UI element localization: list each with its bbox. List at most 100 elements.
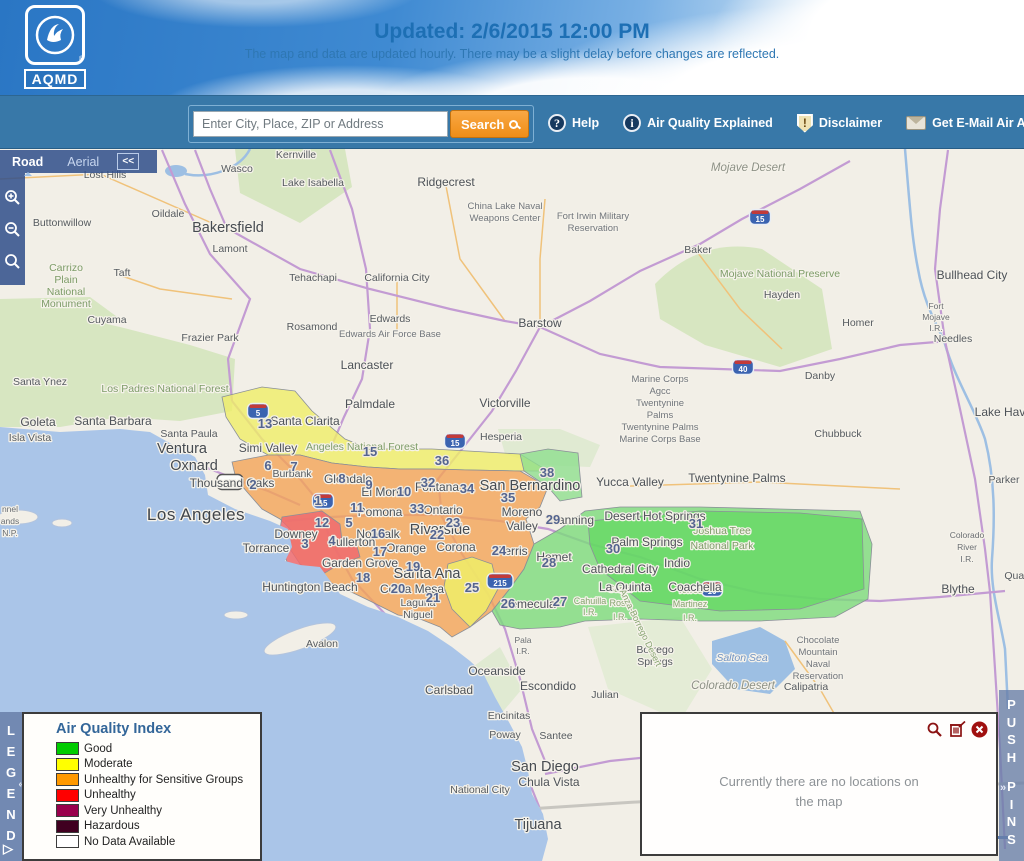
email-alerts-link[interactable]: Get E-Mail Air Alerts [906,116,1024,130]
strip-letter: E [7,783,16,804]
map-label: Oxnard [170,458,218,474]
close-icon[interactable] [971,721,988,738]
map-label: Pomona [358,505,403,519]
map-label: I.R. [613,612,627,622]
station-marker[interactable]: 23 [446,515,460,530]
station-marker[interactable]: 36 [435,453,449,468]
email-alerts-label: Get E-Mail Air Alerts [932,116,1024,130]
map-label: National [47,286,86,298]
tab-aerial[interactable]: Aerial [55,155,111,169]
zoom-out-icon[interactable] [4,221,21,238]
legend-item: Moderate [56,758,260,771]
zoom-to-pins-icon[interactable] [926,721,943,738]
station-marker[interactable]: 10 [397,484,411,499]
disclaimer-link[interactable]: ! Disclaimer [797,114,882,133]
station-marker[interactable]: 12 [315,515,329,530]
map-label: Escondido [520,679,576,693]
map-label: Frazier Park [181,332,239,344]
map-label: Orange [386,541,426,555]
station-marker[interactable]: 15 [363,444,377,459]
station-marker[interactable]: 24 [492,543,507,558]
station-marker[interactable]: 21 [426,590,440,605]
pushpins-expand-icon[interactable]: » [1000,780,1006,798]
map-label: Twentynine [636,398,684,409]
station-marker[interactable]: 27 [553,594,567,609]
map-label: Buttonwillow [33,217,92,229]
search-button-label: Search [461,117,504,132]
map-label: Tijuana [514,817,562,833]
air-quality-explained-link[interactable]: i Air Quality Explained [623,114,773,132]
map-label: Santa Ana [394,566,462,582]
pushpin-panel: Currently there are no locations on the … [640,712,998,856]
map-label: Monument [41,298,91,310]
strip-letter: S [1007,831,1016,849]
map-label: Isla Vista [9,432,52,444]
station-marker[interactable]: 13 [258,416,272,431]
legend-strip[interactable]: « ▷ LEGEND [0,712,22,861]
map-label: I.R. [683,613,697,623]
station-marker[interactable]: 28 [542,555,556,570]
station-marker[interactable]: 31 [689,516,703,531]
map-label: Colorado Desert [691,680,776,692]
map-view-bar: Road Aerial << [0,150,157,173]
legend-arrow-icon[interactable]: ▷ [3,838,13,859]
legend-panel: Air Quality Index GoodModerateUnhealthy … [22,712,262,861]
map-label: Poway [489,729,521,741]
station-marker[interactable]: 3 [301,536,308,551]
search-button[interactable]: Search [450,110,529,138]
station-marker[interactable]: 17 [373,544,387,559]
pushpins-strip[interactable]: » PUSHPINS [999,690,1024,861]
station-marker[interactable]: 26 [501,596,515,611]
strip-letter: U [1007,714,1016,732]
map-container[interactable]: 51011515154010215 Lost HillsWascoButtonw… [0,149,1024,861]
zoom-search-icon[interactable] [4,253,21,270]
strip-letter: E [7,741,16,762]
station-marker[interactable]: 19 [406,559,420,574]
map-label: Mojave [922,312,950,322]
station-marker[interactable]: 18 [356,570,370,585]
map-label: Hayden [764,289,800,301]
station-marker[interactable]: 32 [421,475,435,490]
map-label: Palmdale [345,397,395,411]
station-marker[interactable]: 34 [460,481,475,496]
legend-swatch [56,820,79,833]
zoom-in-icon[interactable] [4,189,21,206]
map-label: Mountain [798,647,837,658]
station-marker[interactable]: 1 [314,493,321,508]
station-marker[interactable]: 6 [264,458,271,473]
station-marker[interactable]: 4 [328,533,336,548]
delete-pins-icon[interactable] [948,721,966,738]
map-label: Santee [539,730,572,742]
map-label: Los Angeles [147,505,245,524]
station-marker[interactable]: 2 [249,477,256,492]
station-marker[interactable]: 22 [430,527,444,542]
tab-road[interactable]: Road [0,155,55,169]
map-label: Palms [647,410,674,421]
station-marker[interactable]: 11 [350,500,364,515]
map-label: San Diego [511,759,579,775]
interstate-shield-icon: 40 [733,360,754,375]
aqmd-logo-text: AQMD [24,69,87,89]
station-marker[interactable]: 35 [501,490,515,505]
map-label: Fullerton [329,535,376,549]
search-input[interactable] [193,111,448,137]
station-marker[interactable]: 5 [345,515,352,530]
station-marker[interactable]: 33 [410,501,424,516]
station-marker[interactable]: 20 [391,581,405,596]
map-label: Encinitas [488,710,531,722]
map-label: San Bernardino [480,478,581,494]
help-link[interactable]: ? Help [548,114,599,132]
viewbar-collapse-button[interactable]: << [117,153,139,170]
station-marker[interactable]: 30 [606,541,620,556]
legend-item: Hazardous [56,820,260,833]
station-marker[interactable]: 8 [338,471,345,486]
station-marker[interactable]: 16 [371,526,385,541]
map-label: Victorville [479,396,530,410]
main-toolbar: Search ? Help i Air Quality Explained ! … [0,95,1024,149]
station-marker[interactable]: 29 [546,512,560,527]
station-marker[interactable]: 9 [365,477,372,492]
station-marker[interactable]: 7 [290,459,297,474]
station-marker[interactable]: 25 [465,580,479,595]
legend-title: Air Quality Index [56,721,260,737]
station-marker[interactable]: 38 [540,465,554,480]
